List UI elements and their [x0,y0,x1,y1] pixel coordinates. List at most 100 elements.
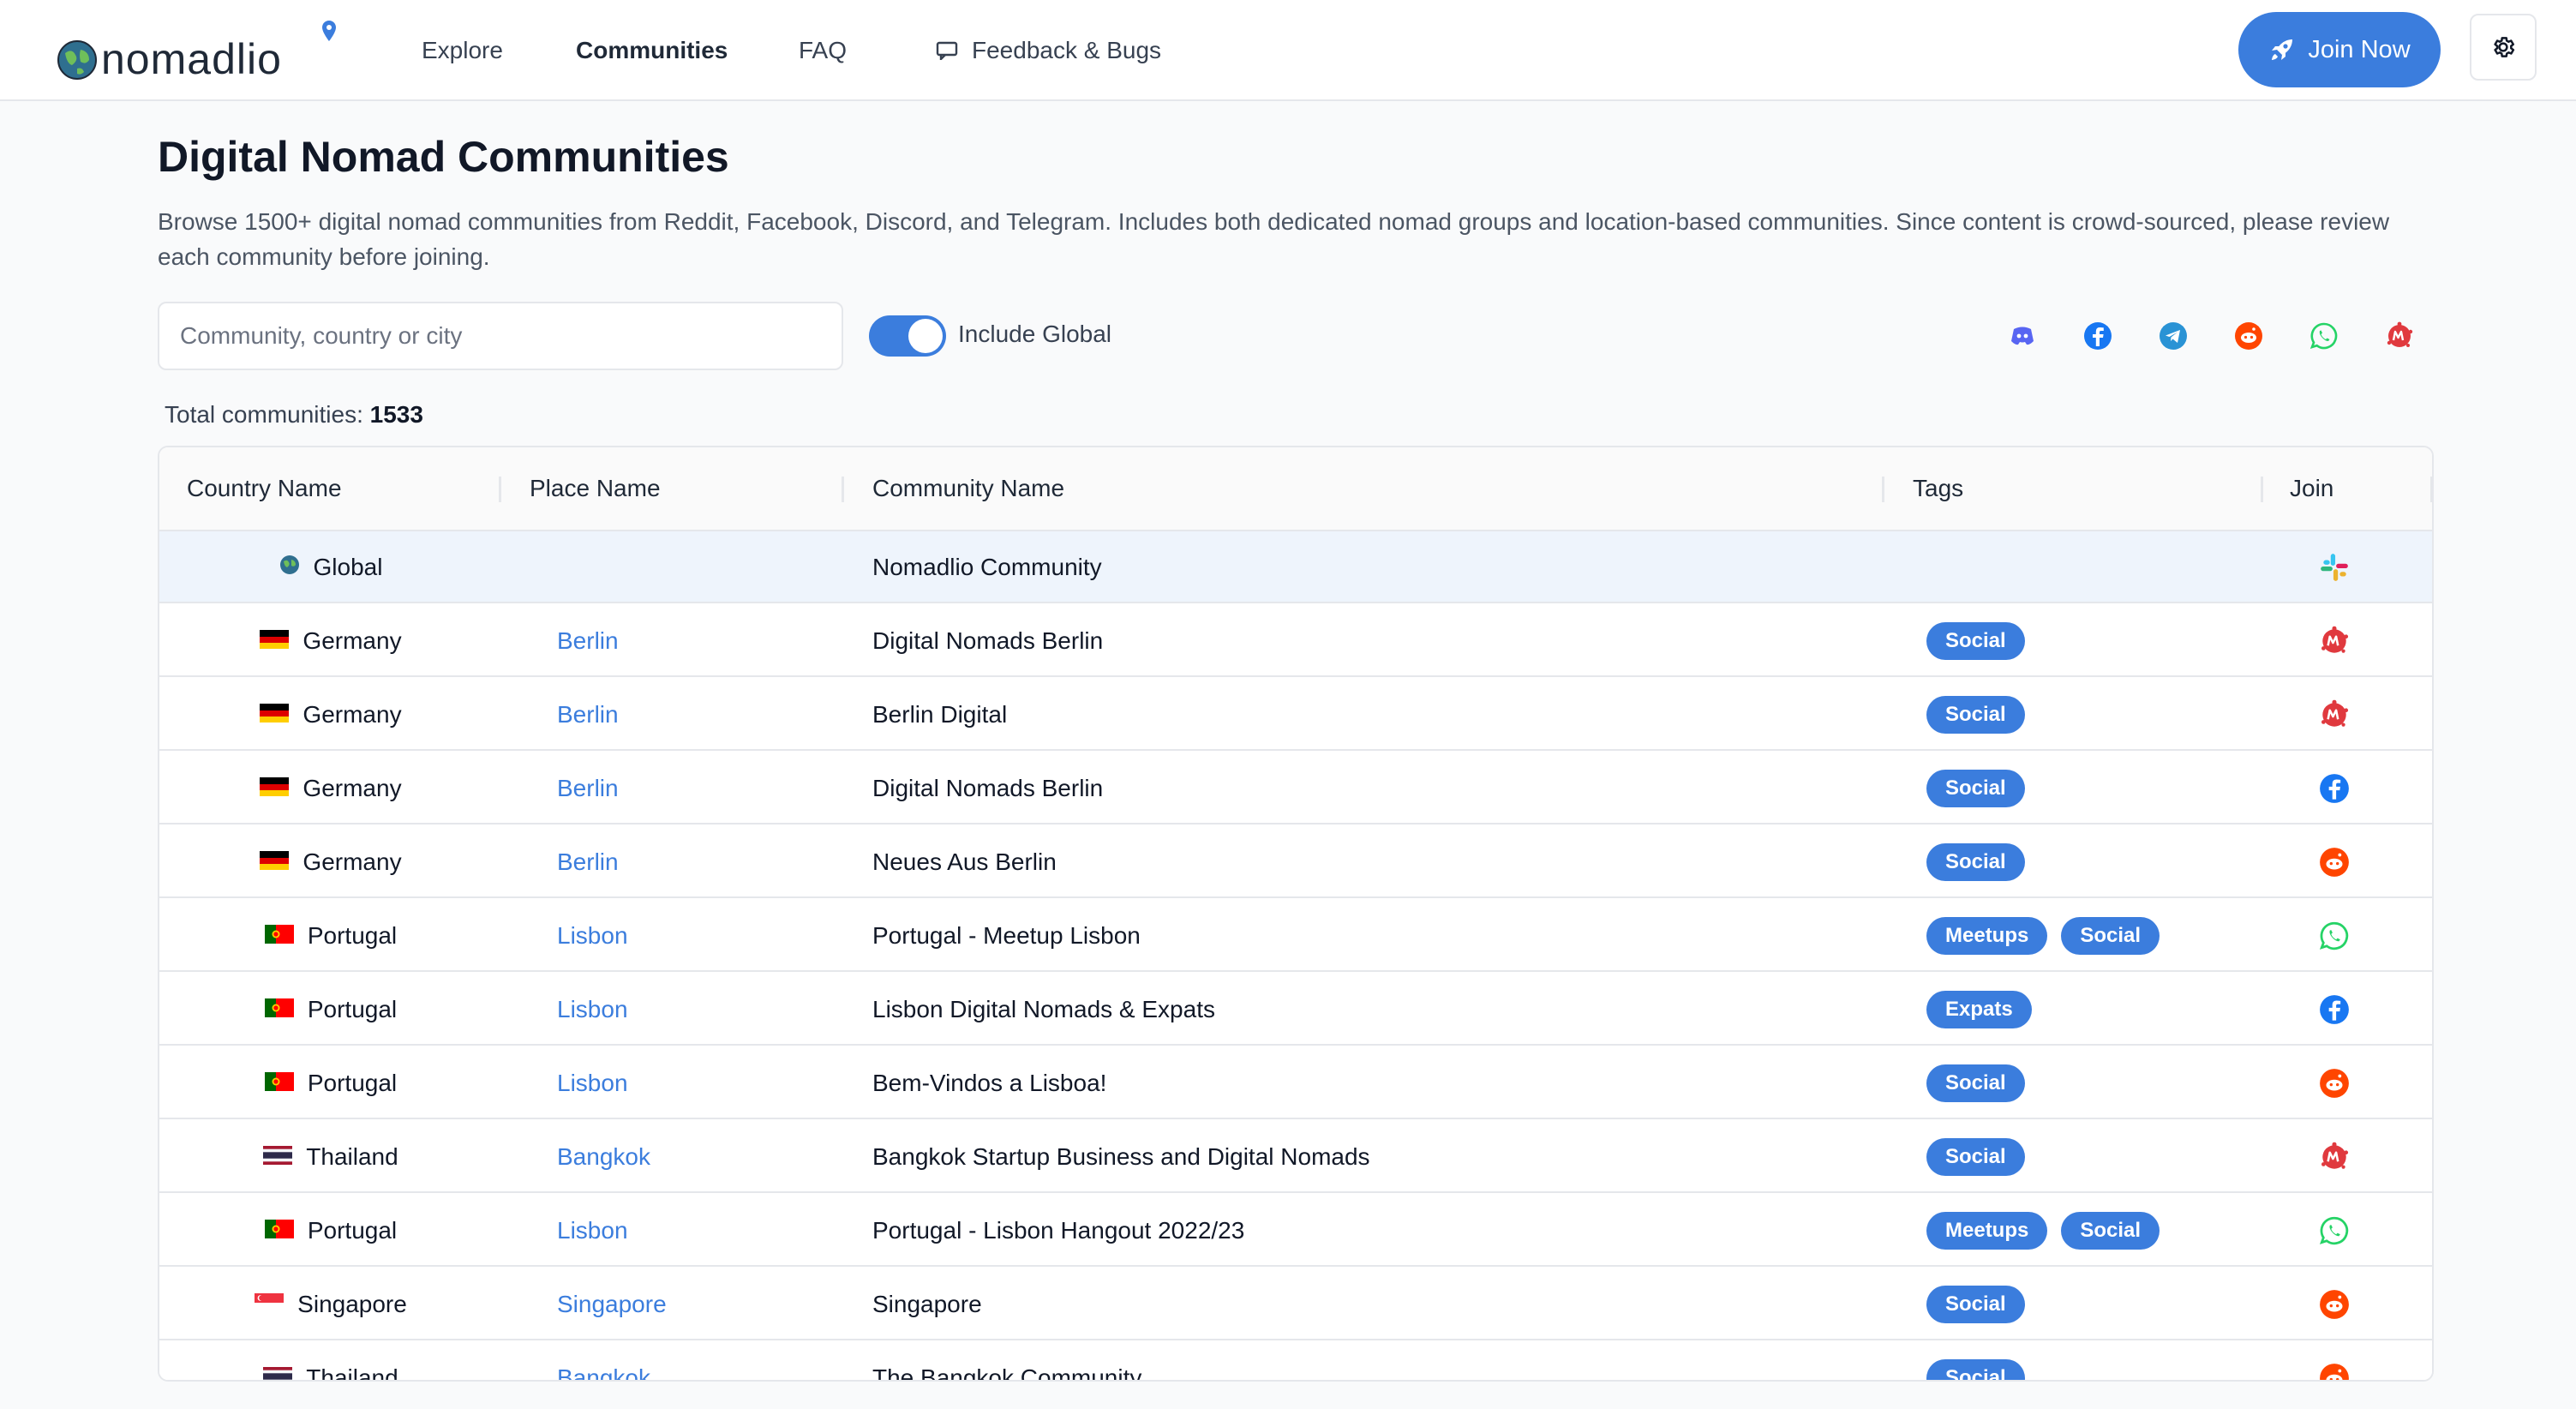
column-divider[interactable] [2430,477,2432,502]
map-pin-icon [322,21,336,45]
flag-de-icon [260,848,290,876]
community-name: Singapore [872,1291,982,1317]
col-tags[interactable]: Tags [1913,447,1963,530]
join-meetup-icon[interactable] [2317,605,2351,677]
community-name: Digital Nomads Berlin [872,775,1104,801]
page-description: Browse 1500+ digital nomad communities f… [158,208,2390,270]
join-slack-icon[interactable] [2317,531,2351,603]
place-link[interactable]: Bangkok [557,1342,650,1380]
place-link[interactable]: Berlin [557,679,619,751]
country-cell: Thailand [159,1342,502,1380]
col-place[interactable]: Place Name [530,447,661,530]
join-facebook-icon[interactable] [2317,974,2351,1046]
col-join[interactable]: Join [2290,447,2333,530]
tag-badge: Social [2061,1212,2160,1250]
col-community[interactable]: Community Name [872,447,1064,530]
country-name: Portugal [307,922,398,949]
total-value: 1533 [369,401,423,428]
country-cell: Germany [159,752,502,824]
community-name: Portugal - Lisbon Hangout 2022/23 [872,1217,1245,1244]
table-row[interactable]: Portugal Lisbon Lisbon Digital Nomads & Ex… [159,974,2432,1046]
flag-de-icon [260,775,290,802]
column-divider[interactable] [2261,477,2263,502]
table-row[interactable]: Portugal Lisbon Bem-Vindos a Lisboa! Social [159,1047,2432,1119]
flag-th-icon [263,1364,293,1380]
tags-cell: Social [1926,1342,2025,1380]
table-row[interactable]: Germany Berlin Berlin Digital Social [159,679,2432,751]
flag-pt-icon [264,996,294,1023]
join-meetup-icon[interactable] [2317,1121,2351,1193]
join-whatsapp-icon[interactable] [2317,900,2351,972]
col-country[interactable]: Country Name [187,447,342,530]
telegram-icon[interactable] [2158,321,2189,351]
country-name: Germany [303,627,402,654]
place-link[interactable]: Lisbon [557,1047,628,1119]
nav-communities[interactable]: Communities [576,0,728,101]
tag-badge: Social [1926,1064,2025,1102]
include-global-label: Include Global [958,321,1112,347]
globe-logo-icon [57,39,98,81]
country-cell: Portugal [159,1195,502,1267]
tag-badge: Meetups [1926,917,2048,955]
join-whatsapp-icon[interactable] [2317,1195,2351,1267]
whatsapp-icon[interactable] [2309,321,2339,351]
place-link[interactable]: Berlin [557,826,619,898]
place-link[interactable]: Bangkok [557,1121,650,1193]
country-cell: Portugal [159,974,502,1046]
country-name: Portugal [307,1217,398,1244]
community-name: Bangkok Startup Business and Digital Nom… [872,1143,1370,1170]
nav-explore[interactable]: Explore [422,0,503,101]
table-row[interactable]: Germany Berlin Digital Nomads Berlin Social [159,752,2432,824]
settings-button[interactable] [2470,14,2537,81]
flag-pt-icon [264,1217,294,1244]
community-name: Neues Aus Berlin [872,848,1057,875]
join-facebook-icon[interactable] [2317,752,2351,824]
join-now-button[interactable]: Join Now [2238,12,2441,87]
table-row[interactable]: Portugal Lisbon Portugal - Meetup Lisbon Me… [159,900,2432,972]
column-divider[interactable] [842,477,844,502]
globe-icon [279,554,300,581]
chat-icon [936,41,958,60]
nav-feedback[interactable]: Feedback & Bugs [936,0,1161,101]
place-link[interactable]: Singapore [557,1268,667,1340]
place-link[interactable]: Lisbon [557,900,628,972]
table-row[interactable]: Thailand Bangkok The Bangkok Community Soci… [159,1342,2432,1380]
join-reddit-icon[interactable] [2317,826,2351,898]
top-navbar: nomadlio Explore Communities FAQ Feedbac… [0,0,2576,101]
place-link[interactable]: Berlin [557,752,619,824]
place-link[interactable]: Lisbon [557,1195,628,1267]
reddit-icon[interactable] [2233,321,2264,351]
place-link[interactable]: Lisbon [557,974,628,1046]
logo[interactable]: nomadlio [57,12,336,89]
tags-cell: Social [1926,1047,2025,1119]
join-reddit-icon[interactable] [2317,1268,2351,1340]
table-row[interactable]: Germany Berlin Digital Nomads Berlin Social [159,605,2432,677]
nav-faq[interactable]: FAQ [799,0,847,101]
table-row[interactable]: Portugal Lisbon Portugal - Lisbon Hangout … [159,1195,2432,1267]
tags-cell: Social [1926,1268,2025,1340]
table-row[interactable]: Germany Berlin Neues Aus Berlin Social [159,826,2432,898]
table-row[interactable]: Global Nomadlio Community [159,531,2432,603]
join-reddit-icon[interactable] [2317,1342,2351,1380]
column-divider[interactable] [1882,477,1884,502]
meetup-icon[interactable] [2384,321,2415,351]
country-name: Singapore [297,1291,407,1317]
search-input[interactable] [158,302,843,370]
table-row[interactable]: Thailand Bangkok Bangkok Startup Business … [159,1121,2432,1193]
place-link[interactable]: Berlin [557,605,619,677]
join-meetup-icon[interactable] [2317,679,2351,751]
include-global-toggle[interactable] [869,315,946,357]
facebook-icon[interactable] [2082,321,2113,351]
join-now-label: Join Now [2308,35,2411,63]
join-reddit-icon[interactable] [2317,1047,2351,1119]
table-row[interactable]: Singapore Singapore Singapore Social [159,1268,2432,1340]
column-divider[interactable] [499,477,501,502]
discord-icon[interactable] [2007,321,2038,351]
tags-cell: Meetups Social [1926,900,2160,972]
community-name: Digital Nomads Berlin [872,627,1104,654]
total-label: Total communities: [165,401,363,428]
rocket-icon [2272,39,2293,60]
country-cell: Portugal [159,900,502,972]
country-name: Germany [303,775,402,801]
table-header: Country Name Place Name Community Name T… [159,447,2432,531]
